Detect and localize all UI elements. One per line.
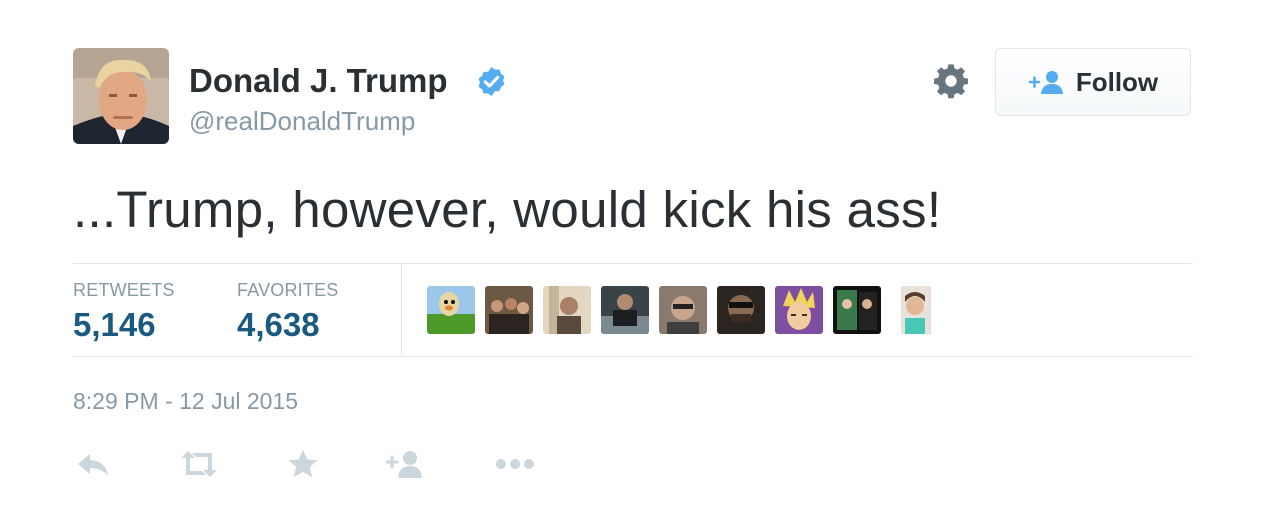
stats-divider [401, 264, 402, 356]
favoriter-avatar-6[interactable] [717, 286, 765, 334]
favoriter-avatar-9[interactable] [891, 286, 939, 334]
retweets-count[interactable]: 5,146 [73, 306, 156, 344]
favoriter-avatar-8[interactable] [833, 286, 881, 334]
more-icon[interactable] [494, 448, 536, 480]
favoriter-avatar-1[interactable] [427, 286, 475, 334]
gear-icon[interactable] [932, 62, 970, 100]
follow-label: Follow [1075, 66, 1159, 97]
favoriter-avatar-2[interactable] [485, 286, 533, 334]
avatar[interactable] [73, 48, 169, 144]
divider-top [73, 263, 1193, 264]
favoriter-avatar-5[interactable] [659, 286, 707, 334]
follow-user-icon [1028, 69, 1066, 95]
favorites-count[interactable]: 4,638 [237, 306, 320, 344]
favorites-label[interactable]: FAVORITES [237, 280, 339, 301]
follow-button[interactable]: Follow [995, 48, 1191, 116]
tweet-text: ...Trump, however, would kick his ass! [73, 181, 942, 238]
follow-icon[interactable] [386, 448, 426, 480]
favoriter-avatar-7[interactable] [775, 286, 823, 334]
favoriter-avatar-3[interactable] [543, 286, 591, 334]
retweets-label[interactable]: RETWEETS [73, 280, 175, 301]
favorite-icon[interactable] [287, 448, 319, 480]
reply-icon[interactable] [76, 448, 110, 480]
divider-bottom [73, 356, 1193, 357]
user-name[interactable]: Donald J. Trump [189, 62, 448, 100]
verified-badge-icon [475, 65, 508, 98]
user-handle[interactable]: @realDonaldTrump [189, 106, 415, 137]
retweet-icon[interactable] [178, 448, 220, 480]
favoriter-avatar-4[interactable] [601, 286, 649, 334]
tweet-timestamp[interactable]: 8:29 PM - 12 Jul 2015 [73, 388, 298, 415]
